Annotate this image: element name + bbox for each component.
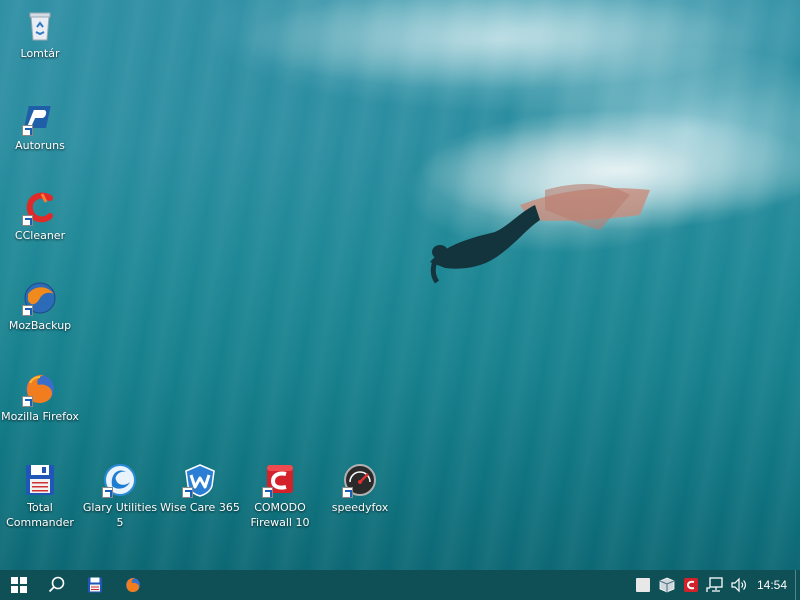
tray-white-square[interactable] [631, 570, 655, 600]
network-icon [706, 577, 723, 592]
desktop-icon-label: speedyfox [331, 501, 389, 514]
desktop-icon-comodo-firewall[interactable]: COMODO Firewall 10 [240, 462, 320, 530]
white-square-icon [635, 578, 650, 592]
shortcut-arrow-icon [22, 215, 33, 226]
glary-utilities-icon [102, 462, 138, 498]
desktop-icon-label: Autoruns [15, 139, 65, 152]
desktop-icon-label: CCleaner [14, 229, 66, 242]
desktop-icon-label: Total Commander [6, 501, 74, 529]
desktop-icon-label: Lomtár [20, 47, 60, 60]
start-button[interactable] [0, 570, 38, 600]
shortcut-arrow-icon [262, 487, 273, 498]
comodo-firewall-icon [262, 462, 298, 498]
shortcut-arrow-icon [102, 487, 113, 498]
shortcut-arrow-icon [182, 487, 193, 498]
shortcut-arrow-icon [22, 396, 33, 407]
shortcut-arrow-icon [22, 305, 33, 316]
desktop-icon-label: Glary Utilities 5 [82, 501, 158, 529]
firefox-icon [126, 577, 140, 592]
system-tray: 14:54 [631, 570, 800, 600]
taskbar-clock[interactable]: 14:54 [751, 578, 795, 592]
desktop-background: Lomtár Autoruns CCleaner MozBackup Mozil… [0, 0, 800, 570]
total-commander-icon [22, 462, 58, 498]
search-icon [48, 576, 65, 593]
desktop-icon-glary-utilities[interactable]: Glary Utilities 5 [80, 462, 160, 530]
shortcut-arrow-icon [22, 125, 33, 136]
tray-network[interactable] [703, 570, 727, 600]
show-desktop-button[interactable] [795, 570, 800, 600]
desktop-icon-label: Wise Care 365 [160, 501, 240, 514]
desktop-icon-speedyfox[interactable]: speedyfox [320, 462, 400, 515]
tray-volume[interactable] [727, 570, 751, 600]
ccleaner-icon [22, 190, 58, 226]
desktop-icon-lomtar[interactable]: Lomtár [0, 8, 80, 61]
comodo-tray-icon [683, 578, 698, 592]
tray-comodo[interactable] [679, 570, 703, 600]
taskbar-firefox[interactable] [114, 570, 152, 600]
desktop-icon-total-commander[interactable]: Total Commander [0, 462, 80, 530]
firefox-icon [22, 371, 58, 407]
desktop-icon-wise-care[interactable]: Wise Care 365 [160, 462, 240, 515]
desktop-icon-label: Mozilla Firefox [1, 410, 79, 423]
autoruns-icon [22, 100, 58, 136]
search-button[interactable] [38, 570, 76, 600]
total-commander-icon [88, 577, 102, 593]
desktop-icon-autoruns[interactable]: Autoruns [0, 100, 80, 153]
volume-icon [731, 577, 746, 593]
desktop-icon-label: MozBackup [8, 319, 72, 332]
speedyfox-icon [342, 462, 378, 498]
desktop-icon-mozbackup[interactable]: MozBackup [0, 280, 80, 333]
desktop-icon-firefox[interactable]: Mozilla Firefox [0, 371, 80, 424]
taskbar-total-commander[interactable] [76, 570, 114, 600]
desktop-icon-label: COMODO Firewall 10 [250, 501, 310, 529]
wise-care-icon [182, 462, 218, 498]
box-icon [659, 577, 675, 593]
taskbar: 14:54 [0, 570, 800, 600]
mozbackup-icon [22, 280, 58, 316]
windows-start-icon [11, 577, 27, 593]
shortcut-arrow-icon [342, 487, 353, 498]
recycle-bin-icon [22, 8, 58, 44]
desktop-icon-ccleaner[interactable]: CCleaner [0, 190, 80, 243]
tray-box[interactable] [655, 570, 679, 600]
